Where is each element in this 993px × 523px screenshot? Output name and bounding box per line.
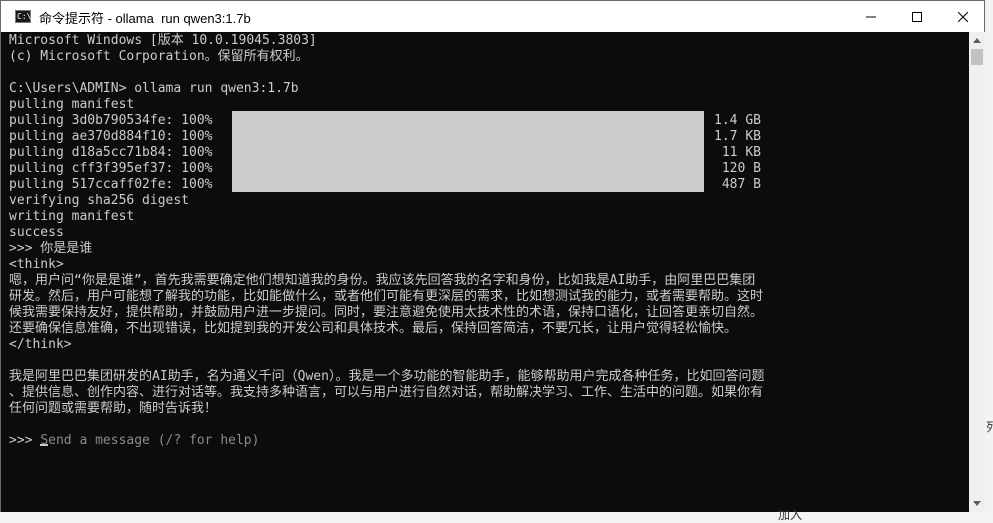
- minimize-button[interactable]: [848, 1, 894, 32]
- scrollbar-thumb[interactable]: [971, 49, 983, 65]
- terminal-line: writing manifest: [9, 209, 135, 224]
- scroll-up-button[interactable]: [969, 32, 985, 49]
- input-line[interactable]: >>> Send a message (/? for help): [9, 433, 259, 449]
- pull-layer-size: 11 KB: [721, 145, 761, 160]
- arrow-down-icon: [973, 501, 981, 506]
- cmd-app-icon: C:\: [15, 10, 32, 23]
- terminal-output[interactable]: Microsoft Windows [版本 10.0.19045.3803] (…: [1, 32, 969, 512]
- pull-layer-label: pulling d18a5cc71b84: 100%: [9, 145, 213, 160]
- minimize-icon: [866, 16, 876, 17]
- pull-layer-label: pulling ae370d884f10: 100%: [9, 129, 213, 144]
- pull-progress-bar: [232, 111, 704, 192]
- input-prompt: >>>: [9, 433, 41, 448]
- think-line: 研发。然后，用户可能想了解我的功能，比如能做什么，或者他们可能有更深层的需求，比…: [9, 289, 764, 304]
- terminal-line: Microsoft Windows [版本 10.0.19045.3803]: [9, 33, 317, 48]
- close-button[interactable]: [940, 1, 986, 32]
- answer-line: 我是阿里巴巴集团研发的AI助手，名为通义千问（Qwen）。我是一个多功能的智能助…: [9, 369, 765, 384]
- think-line: 还要确保信息准确，不出现错误，比如提到我的开发公司和具体技术。最后，保持回答简洁…: [9, 321, 738, 336]
- think-line: 候我需要保持友好，提供帮助，并鼓励用户进一步提问。同时，要注意避免使用太技术性的…: [9, 305, 764, 320]
- pull-layer-label: pulling cff3f395ef37: 100%: [9, 161, 213, 176]
- message-input[interactable]: Send a message (/? for help): [40, 433, 259, 448]
- background-window-fragment: 列: [986, 420, 993, 434]
- think-close-tag: </think>: [9, 337, 72, 352]
- user-prompt-line: >>> 你是是谁: [9, 241, 93, 256]
- terminal-line: verifying sha256 digest: [9, 193, 190, 208]
- pull-layer-size: 120 B: [721, 161, 761, 176]
- pull-layer-size: 1.7 KB: [714, 129, 761, 144]
- think-open-tag: <think>: [9, 257, 64, 272]
- maximize-button[interactable]: [894, 1, 940, 32]
- title-bar[interactable]: C:\ 命令提示符 - ollama run qwen3:1.7b: [1, 1, 984, 32]
- command-line: C:\Users\ADMIN> ollama run qwen3:1.7b: [9, 81, 299, 96]
- answer-line: 、提供信息、创作内容、进行对话等。我支持多种语言，可以与用户进行自然对话，帮助解…: [9, 385, 764, 400]
- answer-line: 任何问题或需要帮助，随时告诉我！: [9, 401, 218, 416]
- vertical-scrollbar[interactable]: [969, 32, 985, 512]
- terminal-line: success: [9, 225, 64, 240]
- scroll-down-button[interactable]: [969, 495, 985, 512]
- arrow-up-icon: [973, 38, 981, 43]
- terminal-line: pulling manifest: [9, 97, 135, 112]
- think-line: 嗯，用户问“你是是谁”，首先我需要确定他们想知道我的身份。我应该先回答我的名字和…: [9, 273, 756, 288]
- terminal-line: (c) Microsoft Corporation。保留所有权利。: [9, 49, 309, 64]
- pull-layer-label: pulling 3d0b790534fe: 100%: [9, 113, 213, 128]
- console-window: C:\ 命令提示符 - ollama run qwen3:1.7b Micros…: [0, 0, 985, 512]
- pull-layer-label: pulling 517ccaff02fe: 100%: [9, 177, 213, 192]
- background-window-fragment: 加入: [778, 508, 803, 522]
- close-icon: [958, 11, 968, 22]
- pull-layer-size: 487 B: [721, 177, 761, 192]
- text-cursor: [40, 444, 49, 446]
- maximize-icon: [912, 11, 922, 22]
- window-title: 命令提示符 - ollama run qwen3:1.7b: [39, 11, 251, 26]
- pull-layer-size: 1.4 GB: [714, 113, 761, 128]
